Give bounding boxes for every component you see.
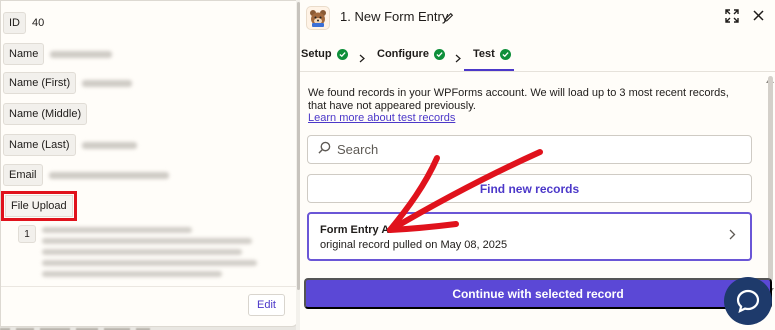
redacted-value [82,79,133,87]
step-title: 1. New Form Entry [340,9,449,24]
chevron-right-icon [728,227,736,245]
field-row-email: Email [3,164,169,186]
redacted-value [48,171,169,179]
learn-more-link[interactable]: Learn more about test records [308,112,455,124]
field-label-name-last: Name (Last) [3,134,76,156]
tab-test[interactable]: Test [473,48,511,60]
field-row-name-middle: Name (Middle) [3,103,88,125]
search-box[interactable] [307,135,752,164]
continue-with-selected-record-button[interactable]: Continue with selected record [304,278,772,309]
field-label-id: ID [3,12,26,34]
field-label-name-first: Name (First) [3,72,77,94]
chat-bubble-icon[interactable] [724,277,772,325]
search-icon [318,141,331,159]
file-upload-item-index: 1 [18,225,36,243]
search-input[interactable] [337,142,737,157]
redacted-value [50,50,113,58]
chevron-right-icon [454,50,462,68]
divider [1,286,297,287]
step-editor-panel: 1. New Form Entry Setup Configure Test W… [300,0,775,330]
check-circle-icon [499,48,511,60]
right-scrollbar-thumb[interactable] [768,76,773,281]
check-circle-icon [433,48,445,60]
file-upload-item: 1 [18,225,257,282]
chevron-right-icon [358,50,366,68]
redacted-value [81,141,137,149]
tab-setup[interactable]: Setup [301,48,348,60]
field-label-email: Email [3,164,43,186]
field-label-name: Name [3,43,45,65]
info-text: We found records in your WPForms account… [308,87,729,112]
tab-test-label: Test [473,48,495,60]
field-label-file-upload: File Upload [1,191,77,221]
field-label-name-middle: Name (Middle) [3,103,88,125]
record-title: Form Entry A [320,224,390,236]
wpforms-bear-logo-icon [306,6,330,30]
close-icon[interactable] [752,9,765,27]
field-row-name-first: Name (First) [3,72,133,94]
tab-configure-label: Configure [377,48,429,60]
active-tab-indicator [464,69,514,71]
background-text [0,318,300,330]
record-subtitle: original record pulled on May 08, 2025 [320,239,508,251]
edit-button[interactable]: Edit [248,294,285,316]
field-row-id: ID 40 [3,12,44,34]
find-new-records-button[interactable]: Find new records [307,174,752,203]
step-header: 1. New Form Entry [300,0,775,36]
tab-setup-label: Setup [301,48,332,60]
check-circle-icon [336,48,348,60]
step-tabs: Setup Configure Test [300,40,775,72]
redacted-file-url [42,227,257,282]
field-row-file-upload: File Upload [1,191,77,221]
field-row-name-last: Name (Last) [3,134,137,156]
record-card[interactable]: Form Entry A original record pulled on M… [307,212,752,261]
field-row-name: Name [3,43,113,65]
tab-configure[interactable]: Configure [377,48,445,60]
expand-icon[interactable] [724,8,740,29]
field-value-id: 40 [32,17,45,29]
pencil-icon[interactable] [443,10,454,28]
record-details-panel: ID 40 Name Name (First) Name (Middle) Na… [0,0,298,327]
